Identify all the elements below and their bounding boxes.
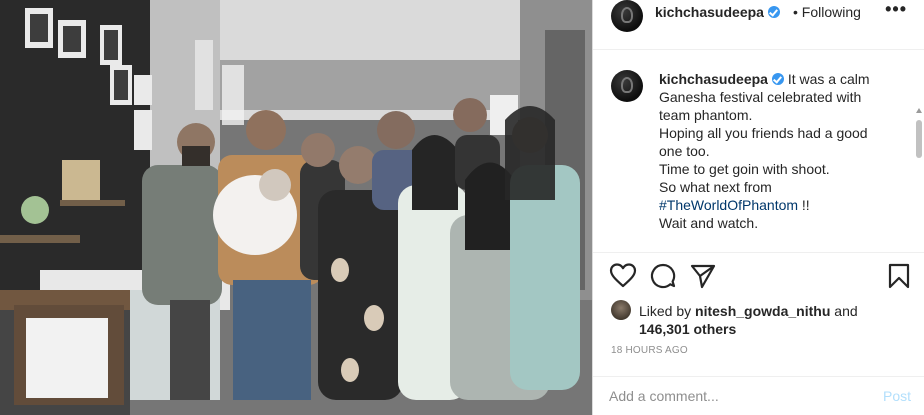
caption-line: So what next from xyxy=(659,179,772,195)
caption-text: kichchasudeepa It was a calm Ganesha fes… xyxy=(659,70,901,232)
verified-badge-icon xyxy=(767,6,780,18)
more-horizontal-icon[interactable]: ••• xyxy=(885,0,907,18)
avatar[interactable] xyxy=(611,0,643,32)
post-comment-button[interactable]: Post xyxy=(883,388,911,404)
likes-text[interactable]: Liked by nitesh_gowda_nithu and 146,301 … xyxy=(639,302,858,338)
caption-line: !! xyxy=(801,197,810,213)
caption-line: Time to get goin with shoot. xyxy=(659,161,830,177)
scroll-up-arrow-icon[interactable] xyxy=(916,108,922,113)
avatar[interactable] xyxy=(611,70,643,102)
caption-line: Wait and watch. xyxy=(659,215,759,231)
caption-username[interactable]: kichchasudeepa xyxy=(659,71,768,87)
share-icon[interactable] xyxy=(689,262,717,290)
scroll-thumb[interactable] xyxy=(916,120,922,158)
caption-scrollbar[interactable] xyxy=(915,108,923,252)
post-header: kichchasudeepa • Following ••• xyxy=(593,0,924,50)
comment-bar: Post xyxy=(593,376,924,415)
liker-username[interactable]: nitesh_gowda_nithu xyxy=(695,303,830,319)
likes-and: and xyxy=(830,303,858,319)
follow-separator: • xyxy=(793,4,798,20)
follow-status-label[interactable]: Following xyxy=(802,4,861,20)
post-timestamp[interactable]: 18 HOURS AGO xyxy=(611,345,688,356)
likes-summary: Liked by nitesh_gowda_nithu and 146,301 … xyxy=(609,300,909,340)
author-username[interactable]: kichchasudeepa xyxy=(655,4,780,20)
likes-count[interactable]: 146,301 others xyxy=(639,321,736,337)
likes-prefix: Liked by xyxy=(639,303,696,319)
post-sidebar: kichchasudeepa • Following ••• kichchasu… xyxy=(592,0,924,415)
action-bar xyxy=(593,262,924,294)
caption-area: kichchasudeepa It was a calm Ganesha fes… xyxy=(593,50,924,253)
caption-line: It was a calm xyxy=(787,71,870,87)
caption-line: Hoping all you friends had a good xyxy=(659,125,868,141)
group-photo-image xyxy=(0,0,592,415)
follow-status[interactable]: • Following xyxy=(793,4,861,20)
post-photo[interactable] xyxy=(0,0,592,415)
author-username-text[interactable]: kichchasudeepa xyxy=(655,4,764,20)
caption-line: team phantom. xyxy=(659,107,753,123)
heart-icon[interactable] xyxy=(609,262,637,290)
verified-badge-icon xyxy=(771,73,784,85)
bookmark-icon[interactable] xyxy=(885,262,913,290)
caption-line: one too. xyxy=(659,143,710,159)
hashtag-link[interactable]: #TheWorldOfPhantom xyxy=(659,197,798,213)
caption-line: Ganesha festival celebrated with xyxy=(659,89,862,105)
liker-avatar[interactable] xyxy=(611,300,631,320)
comment-icon[interactable] xyxy=(649,262,677,290)
comment-input[interactable] xyxy=(609,385,859,407)
